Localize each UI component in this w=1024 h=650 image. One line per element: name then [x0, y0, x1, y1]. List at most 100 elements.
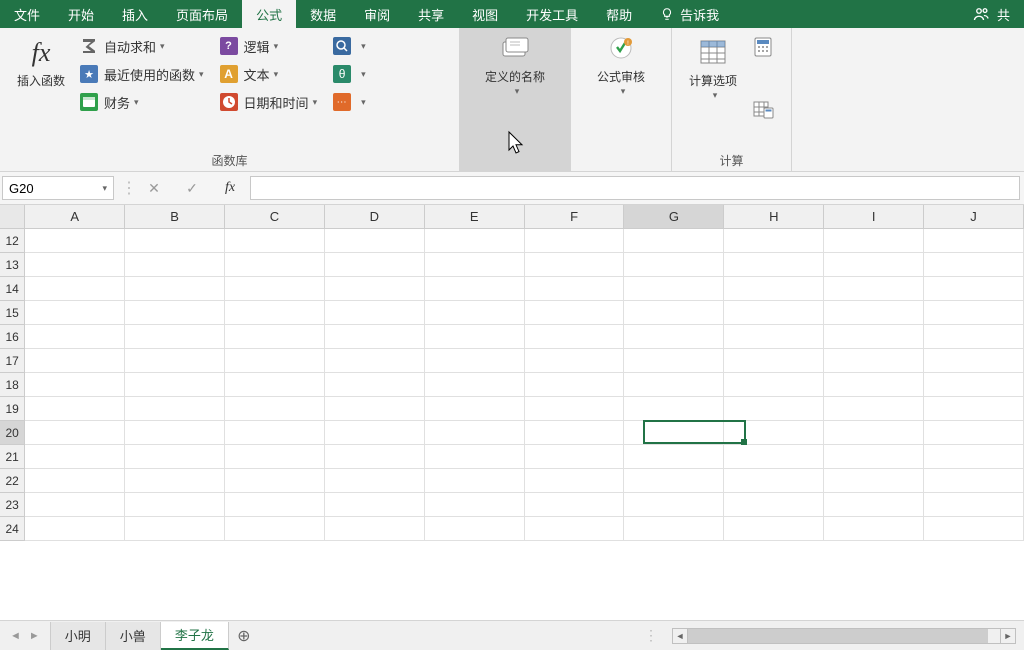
- row-header[interactable]: 19: [0, 397, 25, 421]
- cell[interactable]: [25, 325, 125, 349]
- cell[interactable]: [125, 253, 225, 277]
- cell[interactable]: [425, 301, 525, 325]
- cell[interactable]: [225, 517, 325, 541]
- scroll-left-button[interactable]: ◄: [672, 628, 688, 644]
- cell[interactable]: [924, 373, 1024, 397]
- cell[interactable]: [724, 301, 824, 325]
- row-header[interactable]: 21: [0, 445, 25, 469]
- cell[interactable]: [824, 277, 924, 301]
- cell[interactable]: [724, 421, 824, 445]
- cell[interactable]: [325, 373, 425, 397]
- cell[interactable]: [225, 397, 325, 421]
- math-button[interactable]: θ ▾: [329, 60, 370, 88]
- cell[interactable]: [325, 277, 425, 301]
- cell[interactable]: [824, 325, 924, 349]
- cell[interactable]: [25, 349, 125, 373]
- scroll-track[interactable]: [688, 628, 1000, 644]
- cell[interactable]: [425, 421, 525, 445]
- tab-help[interactable]: 帮助: [592, 0, 646, 28]
- recent-functions-button[interactable]: ★ 最近使用的函数 ▾: [76, 60, 208, 88]
- cell[interactable]: [824, 373, 924, 397]
- cell[interactable]: [125, 421, 225, 445]
- column-header[interactable]: F: [525, 205, 625, 229]
- formula-audit-button[interactable]: ! 公式审核 ▾: [571, 28, 671, 171]
- cell[interactable]: [924, 517, 1024, 541]
- row-header[interactable]: 15: [0, 301, 25, 325]
- cell[interactable]: [924, 229, 1024, 253]
- horizontal-scrollbar[interactable]: ◄ ►: [664, 628, 1024, 644]
- cell[interactable]: [824, 229, 924, 253]
- cell[interactable]: [125, 229, 225, 253]
- cell[interactable]: [525, 253, 625, 277]
- datetime-button[interactable]: 日期和时间 ▾: [216, 88, 322, 116]
- logical-button[interactable]: ? 逻辑 ▾: [216, 32, 322, 60]
- cell[interactable]: [25, 445, 125, 469]
- cell[interactable]: [724, 277, 824, 301]
- cell[interactable]: [525, 493, 625, 517]
- cell[interactable]: [25, 397, 125, 421]
- cell[interactable]: [125, 373, 225, 397]
- cell[interactable]: [724, 373, 824, 397]
- cell[interactable]: [425, 493, 525, 517]
- defined-names-button[interactable]: 定义的名称 ▾: [460, 28, 570, 171]
- row-header[interactable]: 24: [0, 517, 25, 541]
- cell[interactable]: [125, 493, 225, 517]
- cell[interactable]: [125, 445, 225, 469]
- cell[interactable]: [525, 397, 625, 421]
- cell[interactable]: [525, 349, 625, 373]
- cell[interactable]: [724, 517, 824, 541]
- cell[interactable]: [25, 373, 125, 397]
- cell[interactable]: [325, 421, 425, 445]
- cell[interactable]: [824, 469, 924, 493]
- cell[interactable]: [525, 517, 625, 541]
- row-header[interactable]: 14: [0, 277, 25, 301]
- column-header[interactable]: B: [125, 205, 225, 229]
- tab-view[interactable]: 视图: [458, 0, 512, 28]
- text-button[interactable]: A 文本 ▾: [216, 60, 322, 88]
- cell[interactable]: [25, 469, 125, 493]
- row-header[interactable]: 20: [0, 421, 25, 445]
- tab-formulas[interactable]: 公式: [242, 0, 296, 28]
- cell[interactable]: [924, 493, 1024, 517]
- cell[interactable]: [724, 253, 824, 277]
- cell[interactable]: [624, 229, 724, 253]
- column-header[interactable]: I: [824, 205, 924, 229]
- cell[interactable]: [125, 517, 225, 541]
- sheet-scroll-divider[interactable]: ⋮: [638, 627, 664, 644]
- cell[interactable]: [225, 325, 325, 349]
- scroll-thumb[interactable]: [688, 629, 988, 643]
- cancel-button[interactable]: ✕: [144, 180, 164, 197]
- cell[interactable]: [624, 421, 724, 445]
- cell[interactable]: [225, 445, 325, 469]
- cell[interactable]: [425, 229, 525, 253]
- row-header[interactable]: 12: [0, 229, 25, 253]
- cell[interactable]: [525, 373, 625, 397]
- cell[interactable]: [824, 349, 924, 373]
- financial-button[interactable]: 财务 ▾: [76, 88, 208, 116]
- tab-layout[interactable]: 页面布局: [162, 0, 242, 28]
- cell[interactable]: [924, 277, 1024, 301]
- column-header[interactable]: C: [225, 205, 325, 229]
- cell[interactable]: [624, 397, 724, 421]
- cell[interactable]: [525, 445, 625, 469]
- cell[interactable]: [525, 421, 625, 445]
- formula-input[interactable]: [250, 176, 1020, 200]
- cell[interactable]: [924, 469, 1024, 493]
- cell[interactable]: [525, 469, 625, 493]
- cell[interactable]: [624, 517, 724, 541]
- cell[interactable]: [125, 301, 225, 325]
- cell[interactable]: [624, 469, 724, 493]
- cell[interactable]: [824, 445, 924, 469]
- cell[interactable]: [425, 253, 525, 277]
- cell[interactable]: [724, 445, 824, 469]
- cell[interactable]: [225, 253, 325, 277]
- cell[interactable]: [824, 397, 924, 421]
- cell[interactable]: [125, 469, 225, 493]
- cell[interactable]: [624, 493, 724, 517]
- cell[interactable]: [25, 301, 125, 325]
- select-all-corner[interactable]: [0, 205, 25, 229]
- cell[interactable]: [924, 301, 1024, 325]
- cell[interactable]: [325, 229, 425, 253]
- cell[interactable]: [425, 325, 525, 349]
- cell[interactable]: [724, 469, 824, 493]
